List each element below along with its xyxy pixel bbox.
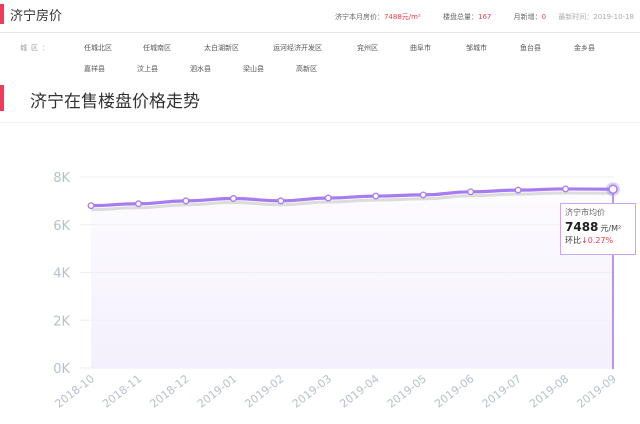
tooltip-change-row: 环比↓0.27%: [565, 235, 631, 246]
data-point[interactable]: [372, 192, 380, 200]
x-tick-label: 2018-12: [148, 372, 192, 411]
data-point[interactable]: [419, 191, 427, 199]
tooltip-change-value: 0.27%: [587, 236, 614, 245]
price-tooltip: 济宁市均价 7488 元/M² 环比↓0.27%: [560, 203, 636, 255]
tooltip-unit: 元/M²: [600, 224, 622, 233]
data-point[interactable]: [514, 186, 522, 194]
x-tick-label: 2019-03: [290, 372, 334, 411]
x-tick-label: 2019-07: [480, 372, 524, 411]
x-tick-label: 2019-06: [432, 372, 476, 411]
x-tick-label: 2019-04: [337, 372, 381, 411]
x-tick-label: 2018-10: [53, 372, 97, 411]
tooltip-value-row: 7488 元/M²: [565, 220, 631, 234]
y-tick-label: 0K: [53, 362, 70, 377]
tooltip-value: 7488: [565, 220, 599, 234]
data-point[interactable]: [277, 197, 285, 205]
tooltip-label: 济宁市均价: [565, 208, 605, 217]
x-tick-label: 2019-01: [195, 372, 239, 411]
y-tick-label: 2K: [53, 314, 70, 329]
data-point[interactable]: [87, 202, 95, 210]
x-tick-label: 2019-08: [527, 372, 571, 411]
data-point[interactable]: [467, 188, 475, 196]
down-arrow-icon: ↓: [581, 236, 588, 245]
x-tick-label: 2019-02: [242, 372, 286, 411]
tooltip-change-label: 环比: [565, 236, 581, 245]
data-point[interactable]: [182, 197, 190, 205]
data-point[interactable]: [229, 195, 237, 202]
price-area-fill: [91, 188, 613, 368]
y-tick-label: 4K: [53, 267, 70, 282]
data-point[interactable]: [562, 185, 569, 193]
y-tick-label: 6K: [53, 219, 70, 234]
x-tick-label: 2019-05: [385, 372, 429, 411]
y-tick-label: 8K: [53, 171, 70, 186]
x-tick-label: 2018-11: [100, 372, 144, 411]
data-point[interactable]: [324, 194, 332, 202]
price-trend-chart: 0K2K4K6K8K 2018-10 2018-11 2018-12 2019-01 2…: [53, 171, 620, 411]
active-data-point[interactable]: [608, 184, 618, 194]
data-point[interactable]: [135, 200, 142, 208]
x-tick-label: 2019-09: [575, 372, 619, 411]
